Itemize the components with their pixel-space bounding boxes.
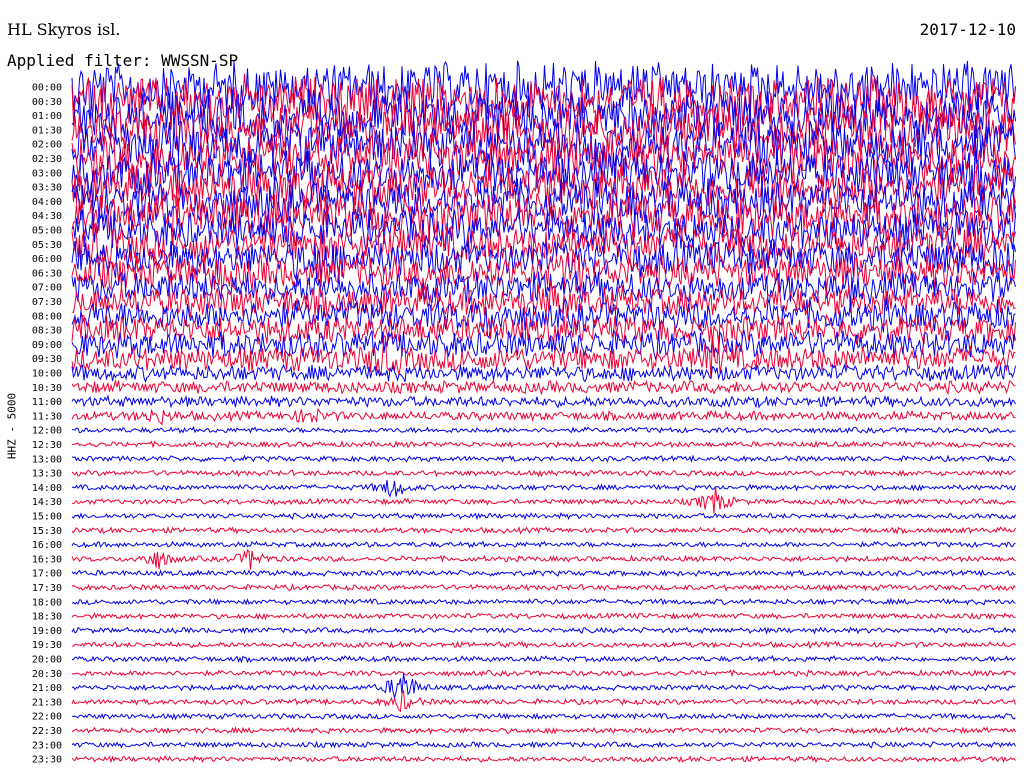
time-label: 16:30	[32, 554, 62, 565]
trace-line	[71, 754, 1016, 764]
trace-line	[71, 583, 1016, 592]
trace-line	[71, 480, 1016, 498]
time-label: 15:00	[32, 512, 62, 523]
time-label: 18:00	[32, 597, 62, 608]
time-label: 12:00	[32, 426, 62, 437]
trace-line	[71, 440, 1016, 449]
time-label: 01:00	[32, 111, 62, 122]
trace-line	[71, 673, 1016, 700]
time-label: 14:30	[32, 497, 62, 508]
time-label: 04:30	[32, 211, 62, 222]
time-label: 05:30	[32, 240, 62, 251]
time-label: 13:00	[32, 454, 62, 465]
time-label: 00:30	[32, 97, 62, 108]
filter-label: Applied filter: WWSSN-SP	[7, 51, 239, 70]
trace-line	[71, 454, 1016, 463]
trace-line	[72, 640, 1016, 649]
trace-line	[71, 712, 1016, 721]
trace-line	[71, 394, 1016, 409]
time-label: 16:00	[32, 540, 62, 551]
trace-line	[71, 408, 1016, 426]
time-label: 08:00	[32, 311, 62, 322]
time-label: 06:30	[32, 268, 62, 279]
date-label: 2017-12-10	[919, 20, 1016, 39]
time-label-layer: 00:00 00:30 01:00 01:30 02:00 02:30 03:00 03:30…	[32, 83, 62, 766]
channel-label: HHZ - 5000	[5, 392, 19, 460]
time-label: 10:30	[32, 383, 62, 394]
time-label: 10:00	[32, 369, 62, 380]
time-label: 18:30	[32, 612, 62, 623]
time-label: 11:00	[32, 397, 62, 408]
time-label: 06:00	[32, 254, 62, 265]
trace-line	[71, 689, 1016, 713]
trace-line	[71, 668, 1016, 678]
trace-line	[71, 511, 1016, 521]
time-label: 19:00	[32, 626, 62, 637]
trace-line	[71, 597, 1016, 606]
time-label: 09:00	[32, 340, 62, 351]
time-label: 08:30	[32, 326, 62, 337]
time-label: 17:00	[32, 569, 62, 580]
time-label: 13:30	[32, 469, 62, 480]
time-label: 03:30	[32, 183, 62, 194]
trace-line	[71, 568, 1016, 578]
time-label: 22:00	[32, 712, 62, 723]
trace-line	[71, 740, 1016, 749]
trace-line	[71, 363, 1016, 384]
time-label: 07:30	[32, 297, 62, 308]
time-label: 09:30	[32, 354, 62, 365]
time-label: 01:30	[32, 125, 62, 136]
time-label: 21:30	[32, 697, 62, 708]
station-title: HL Skyros isl.	[7, 20, 121, 39]
time-label: 00:00	[32, 83, 62, 94]
time-label: 14:00	[32, 483, 62, 494]
trace-line	[71, 526, 1016, 535]
time-label: 22:30	[32, 726, 62, 737]
time-label: 23:30	[32, 755, 62, 766]
time-label: 17:30	[32, 583, 62, 594]
time-label: 21:00	[32, 683, 62, 694]
trace-line	[71, 426, 1016, 435]
trace-line	[71, 540, 1016, 549]
time-label: 20:00	[32, 655, 62, 666]
time-label: 02:00	[32, 140, 62, 151]
time-label: 07:00	[32, 283, 62, 294]
time-label: 12:30	[32, 440, 62, 451]
trace-line	[71, 626, 1016, 635]
trace-line	[71, 469, 1016, 478]
trace-line	[71, 611, 1016, 621]
time-label: 11:30	[32, 411, 62, 422]
trace-line	[71, 378, 1016, 396]
trace-line	[71, 549, 1016, 570]
time-label: 15:30	[32, 526, 62, 537]
trace-line	[71, 726, 1016, 735]
helicorder-plot: 00:00 00:30 01:00 01:30 02:00 02:30 03:00 03:30…	[32, 60, 1016, 766]
time-label: 19:30	[32, 640, 62, 651]
time-label: 02:30	[32, 154, 62, 165]
time-label: 05:00	[32, 226, 62, 237]
time-label: 03:00	[32, 168, 62, 179]
time-label: 23:00	[32, 740, 62, 751]
time-label: 04:00	[32, 197, 62, 208]
trace-layer	[71, 60, 1016, 764]
trace-line	[71, 654, 1016, 664]
time-label: 20:30	[32, 669, 62, 680]
